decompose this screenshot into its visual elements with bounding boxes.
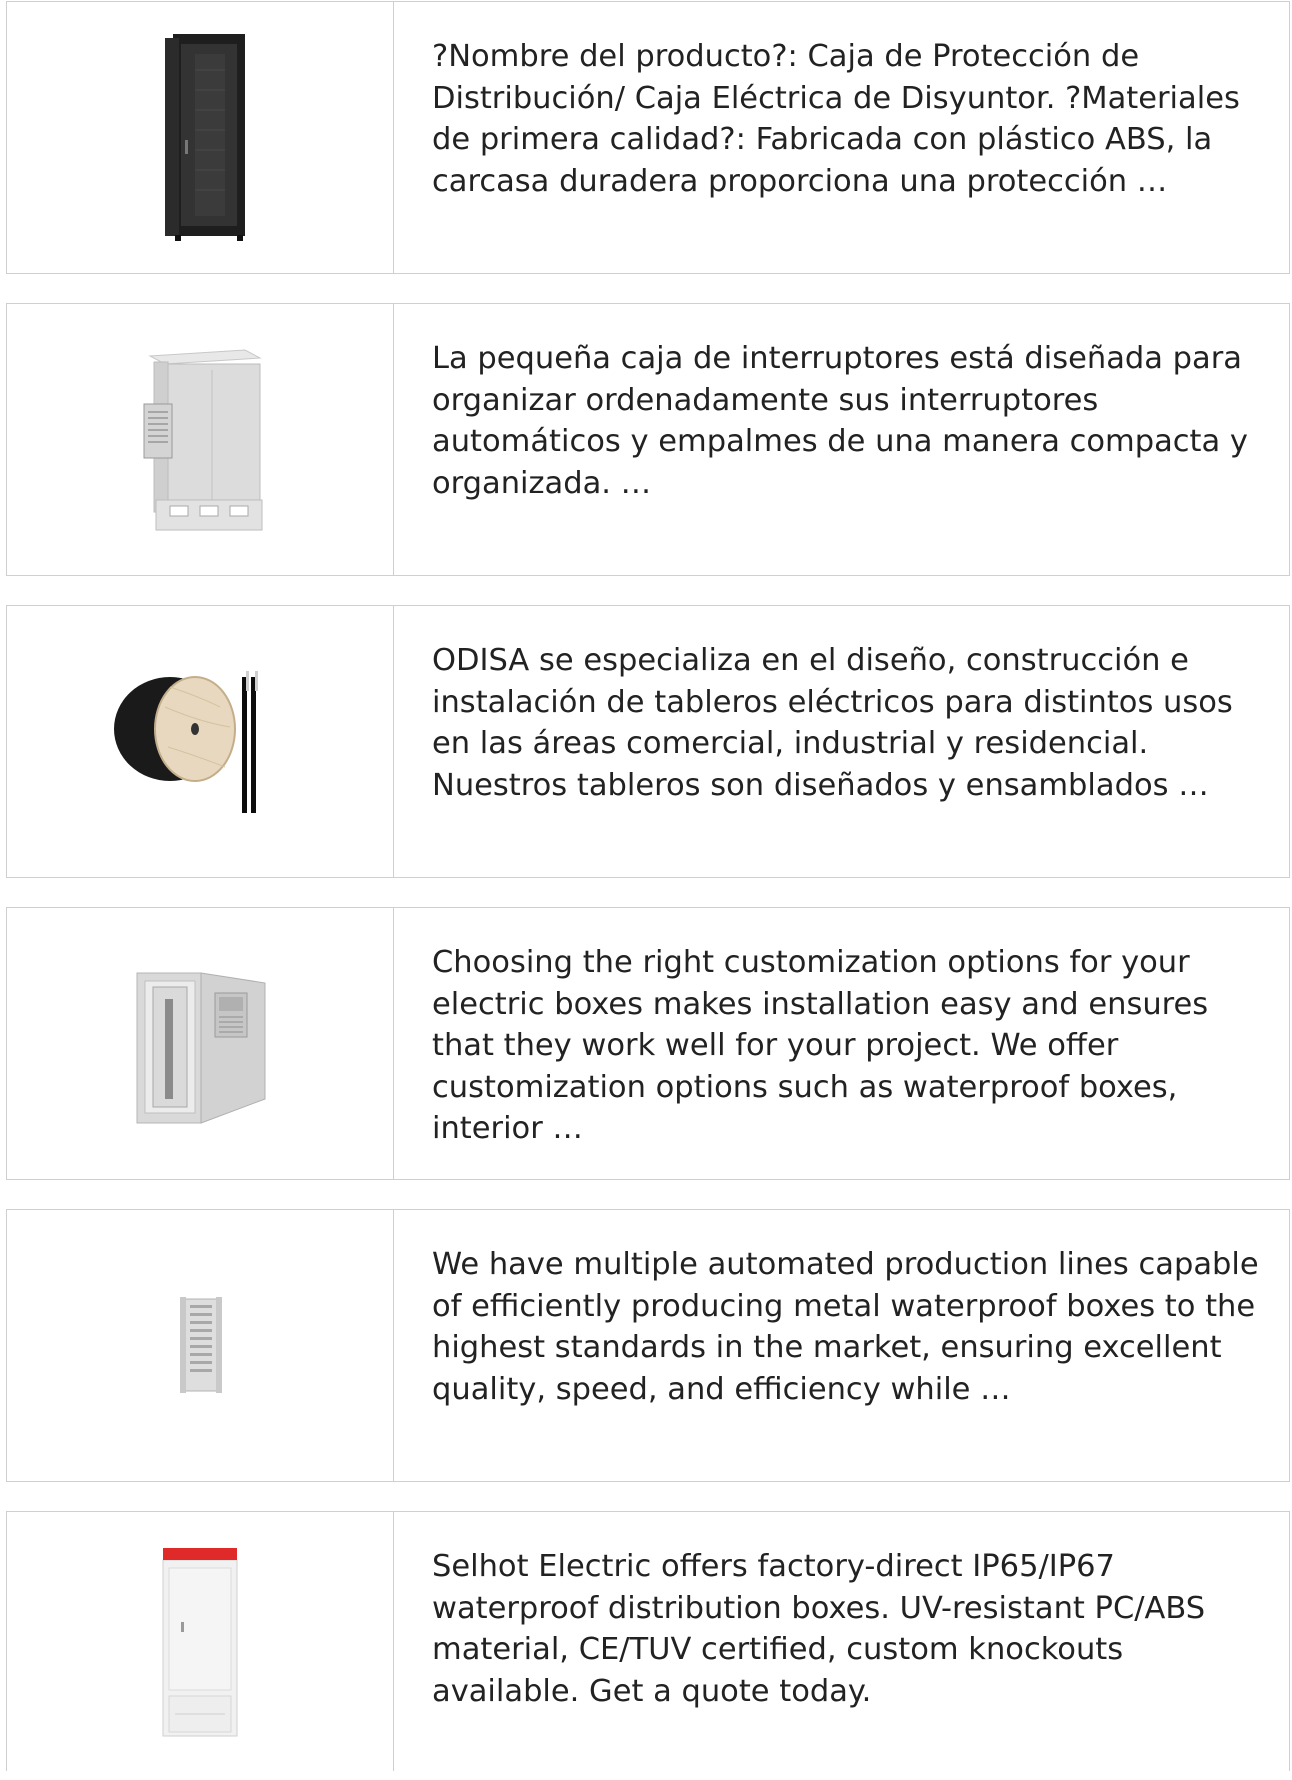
product-thumbnail[interactable] — [7, 2, 394, 273]
item-description[interactable]: We have multiple automated production li… — [394, 1210, 1289, 1481]
item-description[interactable]: ODISA se especializa en el diseño, const… — [394, 606, 1289, 877]
product-thumbnail[interactable] — [7, 1512, 394, 1771]
result-list: ?Nombre del producto?: Caja de Protecció… — [6, 1, 1290, 1771]
outdoor-cabinet-image — [143, 348, 263, 530]
list-item[interactable]: Selhot Electric offers factory-direct IP… — [6, 1511, 1290, 1771]
list-item[interactable]: ODISA se especializa en el diseño, const… — [6, 605, 1290, 878]
list-item[interactable]: La pequeña caja de interruptores está di… — [6, 303, 1290, 576]
list-item[interactable]: Choosing the right customization options… — [6, 907, 1290, 1180]
item-description[interactable]: Choosing the right customization options… — [394, 908, 1289, 1179]
product-thumbnail[interactable] — [7, 908, 394, 1179]
open-cabinet-image — [136, 971, 266, 1124]
list-item[interactable]: ?Nombre del producto?: Caja de Protecció… — [6, 1, 1290, 274]
fiber-frame-image — [180, 1296, 222, 1393]
server-rack-image — [165, 34, 245, 241]
item-description[interactable]: ?Nombre del producto?: Caja de Protecció… — [394, 2, 1289, 273]
distribution-cabinet-image — [162, 1547, 238, 1736]
product-thumbnail[interactable] — [7, 606, 394, 877]
product-thumbnail[interactable] — [7, 304, 394, 575]
item-description[interactable]: La pequeña caja de interruptores está di… — [394, 304, 1289, 575]
product-thumbnail[interactable] — [7, 1210, 394, 1481]
list-item[interactable]: We have multiple automated production li… — [6, 1209, 1290, 1482]
item-description[interactable]: Selhot Electric offers factory-direct IP… — [394, 1512, 1289, 1771]
cable-reel-image — [114, 670, 258, 813]
